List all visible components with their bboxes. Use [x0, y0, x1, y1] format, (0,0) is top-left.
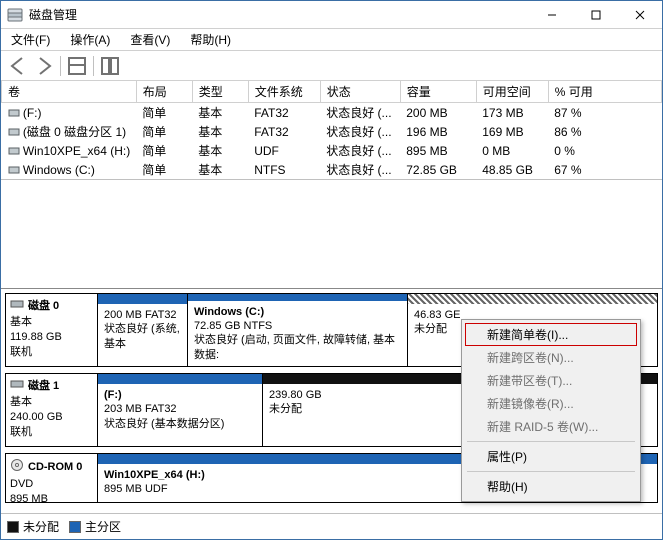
toolbar-separator — [60, 56, 61, 76]
disk-kind: 基本 — [10, 395, 93, 410]
menu-view[interactable]: 查看(V) — [124, 29, 176, 50]
table-row[interactable]: (F:)简单基本FAT32状态良好 (...200 MB173 MB87 % — [2, 103, 662, 123]
partition[interactable]: Windows (C:)72.85 GB NTFS状态良好 (启动, 页面文件,… — [188, 294, 408, 366]
col-type[interactable]: 类型 — [192, 81, 248, 103]
partition-header-bar — [98, 374, 262, 384]
disk-state: 联机 — [10, 345, 93, 360]
partition-body: 200 MB FAT32状态良好 (系统, 基本 — [98, 304, 187, 366]
swatch-blue — [69, 521, 81, 533]
maximize-button[interactable] — [574, 1, 618, 29]
ctx-new-spanned-volume[interactable]: 新建跨区卷(N)... — [465, 346, 637, 369]
forward-button[interactable] — [31, 53, 57, 79]
disk-kind: 基本 — [10, 315, 93, 330]
disk-state: 联机 — [10, 425, 93, 440]
swatch-black — [7, 521, 19, 533]
legend-unallocated: 未分配 — [7, 518, 59, 535]
titlebar: 磁盘管理 — [1, 1, 662, 29]
col-layout[interactable]: 布局 — [136, 81, 192, 103]
disk-map: 磁盘 0 基本 119.88 GB 联机 200 MB FAT32状态良好 (系… — [1, 288, 662, 513]
volume-list: 卷 布局 类型 文件系统 状态 容量 可用空间 % 可用 (F:)简单基本FAT… — [1, 81, 662, 180]
table-row[interactable]: Windows (C:)简单基本NTFS状态良好 (...72.85 GB48.… — [2, 160, 662, 179]
ctx-new-mirror-volume[interactable]: 新建镜像卷(R)... — [465, 392, 637, 415]
menu-action[interactable]: 操作(A) — [64, 29, 116, 50]
disk-label[interactable]: 磁盘 0 基本 119.88 GB 联机 — [6, 294, 98, 366]
col-pct[interactable]: % 可用 — [548, 81, 661, 103]
disk-size: 119.88 GB — [10, 330, 93, 345]
legend: 未分配 主分区 — [1, 513, 662, 539]
partition-header-bar — [98, 294, 187, 304]
help-button[interactable] — [97, 53, 123, 79]
toolbar-separator — [93, 56, 94, 76]
disk-name: CD-ROM 0 — [28, 460, 82, 475]
minimize-button[interactable] — [530, 1, 574, 29]
volume-icon — [8, 107, 20, 117]
partition-header-bar — [408, 294, 657, 304]
toolbar — [1, 51, 662, 81]
disk-icon — [10, 378, 24, 395]
ctx-properties[interactable]: 属性(P) — [465, 445, 637, 468]
close-button[interactable] — [618, 1, 662, 29]
menu-file[interactable]: 文件(F) — [5, 29, 56, 50]
col-fs[interactable]: 文件系统 — [248, 81, 320, 103]
column-headers: 卷 布局 类型 文件系统 状态 容量 可用空间 % 可用 — [2, 81, 662, 103]
partition-body: Windows (C:)72.85 GB NTFS状态良好 (启动, 页面文件,… — [188, 301, 407, 366]
volume-icon — [8, 164, 20, 174]
disk-icon — [10, 298, 24, 315]
app-window: 磁盘管理 文件(F) 操作(A) 查看(V) 帮助(H) 卷 布局 类型 文件系… — [0, 0, 663, 540]
legend-primary: 主分区 — [69, 518, 121, 535]
refresh-button[interactable] — [64, 53, 90, 79]
menu-help[interactable]: 帮助(H) — [184, 29, 237, 50]
menubar: 文件(F) 操作(A) 查看(V) 帮助(H) — [1, 29, 662, 51]
disk-name: 磁盘 0 — [28, 299, 59, 314]
disk-label[interactable]: CD-ROM 0 DVD 895 MB — [6, 454, 98, 502]
empty-space — [1, 180, 662, 288]
back-button[interactable] — [5, 53, 31, 79]
disk-size: 895 MB — [10, 492, 93, 503]
disk-name: 磁盘 1 — [28, 379, 59, 394]
partition[interactable]: (F:)203 MB FAT32状态良好 (基本数据分区) — [98, 374, 263, 446]
col-volume[interactable]: 卷 — [2, 81, 137, 103]
col-free[interactable]: 可用空间 — [476, 81, 548, 103]
ctx-help[interactable]: 帮助(H) — [465, 475, 637, 498]
cd-icon — [10, 458, 24, 477]
disk-kind: DVD — [10, 477, 93, 492]
volume-icon — [8, 126, 20, 136]
volume-icon — [8, 145, 20, 155]
partition-header-bar — [188, 294, 407, 301]
table-row[interactable]: (磁盘 0 磁盘分区 1)简单基本FAT32状态良好 (...196 MB169… — [2, 122, 662, 141]
window-title: 磁盘管理 — [29, 6, 530, 23]
col-status[interactable]: 状态 — [320, 81, 400, 103]
context-menu: 新建简单卷(I)... 新建跨区卷(N)... 新建带区卷(T)... 新建镜像… — [461, 319, 641, 502]
table-row[interactable]: Win10XPE_x64 (H:)简单基本UDF状态良好 (...895 MB0… — [2, 141, 662, 160]
ctx-separator — [467, 471, 635, 472]
app-icon — [7, 8, 23, 22]
ctx-separator — [467, 441, 635, 442]
ctx-new-raid5-volume[interactable]: 新建 RAID-5 卷(W)... — [465, 415, 637, 438]
col-capacity[interactable]: 容量 — [400, 81, 476, 103]
ctx-new-striped-volume[interactable]: 新建带区卷(T)... — [465, 369, 637, 392]
disk-label[interactable]: 磁盘 1 基本 240.00 GB 联机 — [6, 374, 98, 446]
partition[interactable]: 200 MB FAT32状态良好 (系统, 基本 — [98, 294, 188, 366]
partition-body: (F:)203 MB FAT32状态良好 (基本数据分区) — [98, 384, 262, 446]
ctx-new-simple-volume[interactable]: 新建简单卷(I)... — [465, 323, 637, 346]
disk-size: 240.00 GB — [10, 410, 93, 425]
